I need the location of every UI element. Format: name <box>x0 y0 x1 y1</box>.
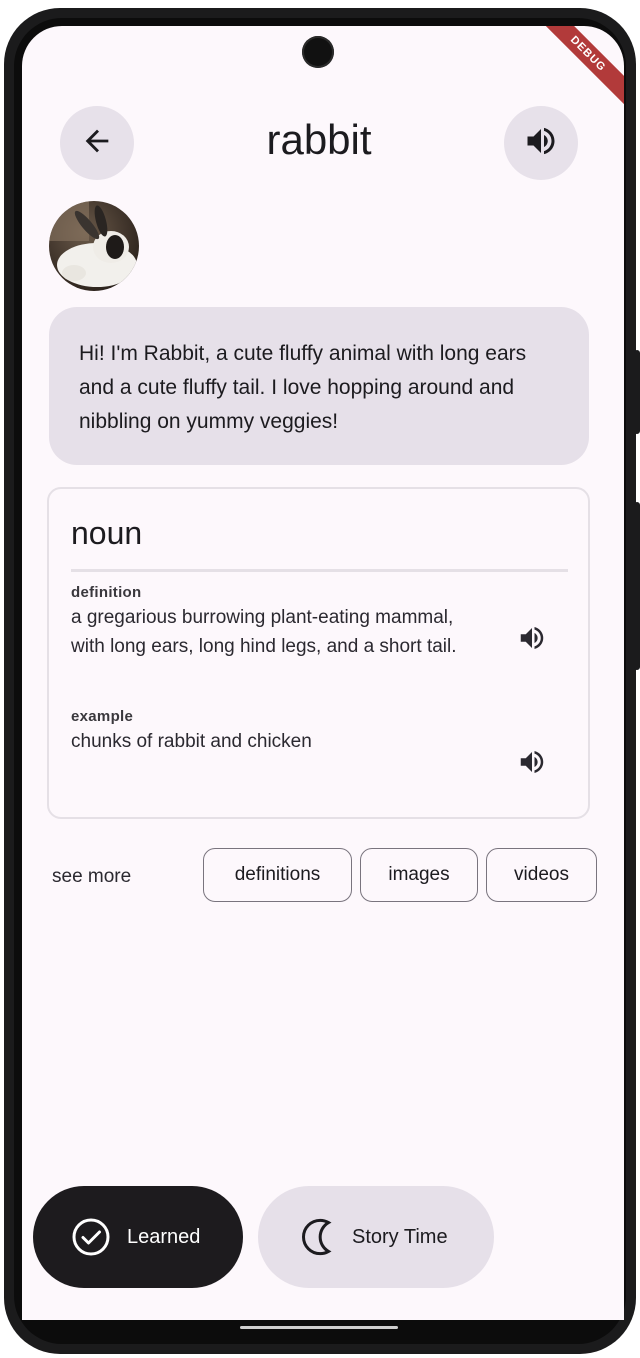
story-time-button[interactable]: Story Time <box>258 1186 494 1288</box>
speaker-icon <box>523 123 559 164</box>
moon-icon <box>296 1217 336 1257</box>
example-text: chunks of rabbit and chicken <box>71 731 312 752</box>
learned-label: Learned <box>127 1225 201 1248</box>
rabbit-intro-bubble: Hi! I'm Rabbit, a cute fluffy animal wit… <box>49 307 589 465</box>
app-screen: DEBUG rabbit Hi! I'm Rabbit, a cute fluf… <box>22 26 624 1320</box>
definition-text: a gregarious burrowing plant-eating mamm… <box>71 607 457 657</box>
definition-card: noun definition a gregarious burrowing p… <box>47 487 590 819</box>
images-chip[interactable]: images <box>360 848 478 902</box>
arrow-left-icon <box>80 124 114 163</box>
part-of-speech: noun <box>71 515 143 551</box>
power-button <box>634 350 640 434</box>
front-camera <box>302 36 334 68</box>
definition-label: definition <box>71 584 142 601</box>
example-label: example <box>71 708 134 725</box>
rabbit-avatar <box>49 201 139 291</box>
definition-speaker-icon[interactable] <box>517 623 547 653</box>
example-speaker-icon[interactable] <box>517 747 547 777</box>
volume-button <box>634 502 640 670</box>
learned-button[interactable]: Learned <box>33 1186 243 1288</box>
pronounce-button[interactable] <box>504 106 578 180</box>
definitions-chip[interactable]: definitions <box>203 848 352 902</box>
page-title: rabbit <box>266 116 372 163</box>
check-circle-icon <box>71 1217 111 1257</box>
videos-chip[interactable]: videos <box>486 848 597 902</box>
card-divider <box>71 569 568 572</box>
story-time-label: Story Time <box>352 1225 448 1248</box>
back-button[interactable] <box>60 106 134 180</box>
see-more-label: see more <box>52 866 132 887</box>
home-indicator <box>240 1326 398 1329</box>
